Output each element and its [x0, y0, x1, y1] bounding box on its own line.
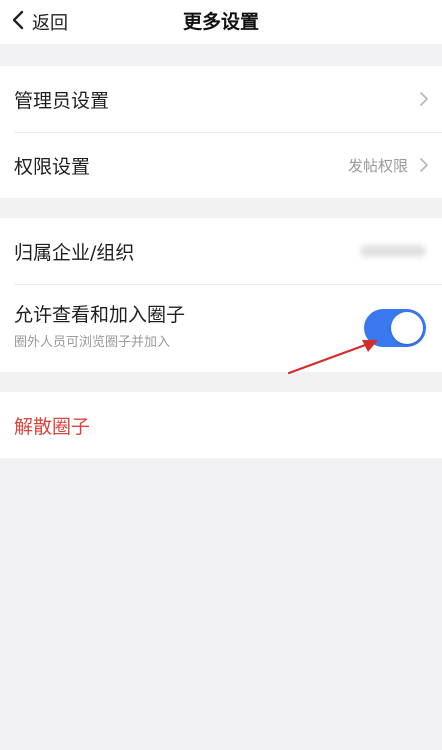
settings-group-danger: 解散圈子: [0, 392, 442, 458]
admin-settings-row[interactable]: 管理员设置: [0, 66, 442, 132]
organization-label: 归属企业/组织: [14, 241, 135, 264]
annotation-arrow-icon: [287, 340, 378, 375]
toggle-knob: [391, 312, 423, 344]
permission-settings-row[interactable]: 权限设置 发帖权限: [0, 132, 442, 198]
page-title: 更多设置: [182, 11, 259, 33]
settings-group-management: 管理员设置 权限设置 发帖权限: [0, 66, 442, 198]
chevron-right-icon: [420, 92, 428, 106]
allow-view-join-subtitle: 圈外人员可浏览圈子并加入: [14, 335, 171, 350]
nav-header: 返回 更多设置: [0, 0, 442, 44]
chevron-right-icon: [420, 158, 428, 172]
allow-view-join-label: 允许查看和加入圈子: [14, 304, 186, 326]
permission-settings-value: 发帖权限: [347, 156, 408, 175]
permission-settings-label: 权限设置: [14, 155, 91, 178]
dissolve-circle-row[interactable]: 解散圈子: [0, 392, 442, 458]
admin-settings-label: 管理员设置: [14, 89, 110, 112]
organization-row[interactable]: 归属企业/组织: [0, 218, 442, 284]
dissolve-circle-label: 解散圈子: [14, 415, 91, 438]
organization-value-redacted: [360, 245, 426, 257]
